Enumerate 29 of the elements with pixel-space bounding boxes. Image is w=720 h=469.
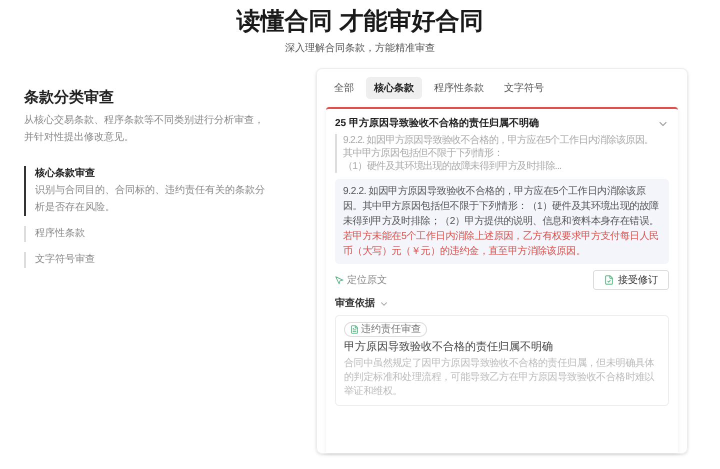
clause-line: 其中甲方原因包括但不限于下列情形： bbox=[343, 147, 504, 160]
filter-tab[interactable]: 程序性条款 bbox=[426, 77, 492, 99]
section-title: 条款分类审查 bbox=[24, 88, 115, 108]
filter-tab[interactable]: 文字符号 bbox=[496, 77, 552, 99]
category-item[interactable]: 程序性条款 bbox=[24, 226, 300, 242]
basis-title: 甲方原因导致验收不合格的责任归属不明确 bbox=[344, 340, 553, 355]
page-subtitle: 深入理解合同条款，方能精准审查 bbox=[285, 42, 435, 56]
filter-tab[interactable]: 全部 bbox=[326, 77, 362, 99]
pointer-icon bbox=[335, 276, 344, 284]
category-description: 识别与合同目的、合同标的、违约责任有关的条款分析是否存在风险。 bbox=[35, 184, 265, 215]
clause-line: 9.2.2. 如因甲方原因导致验收不合格的，甲方应在5个工作日内消除该原因。 bbox=[343, 134, 655, 147]
issue-title: 25 甲方原因导致验收不合格的责任归属不明确 bbox=[335, 117, 539, 131]
basis-description: 合同中虽然规定了因甲方原因导致验收不合格的责任归属，但未明确具体的判定标准和处理流程，可能导致乙方在甲方原因导致验收不合格时难以举证和维权。 bbox=[344, 357, 656, 399]
accept-button[interactable]: 接受修订 bbox=[593, 270, 669, 290]
filter-tab[interactable]: 核心条款 bbox=[366, 77, 422, 99]
category-label: 文字符号审查 bbox=[35, 252, 96, 267]
category-label: 程序性条款 bbox=[35, 226, 86, 241]
document-icon bbox=[604, 275, 614, 285]
locate-link[interactable]: 定位原文 bbox=[335, 272, 387, 288]
category-item[interactable]: 核心条款审查 识别与合同目的、合同标的、违约责任有关的条款分析是否存在风险。 bbox=[24, 166, 300, 216]
category-item[interactable]: 文字符号审查 bbox=[24, 252, 300, 268]
basis-label: 审查依据 bbox=[335, 296, 375, 311]
category-tag: 违约责任审查 bbox=[344, 322, 427, 337]
document-icon bbox=[350, 325, 359, 334]
section-description: 从核心交易条款、程序条款等不同类别进行分析审查，并针对性提出修改意见。 bbox=[24, 114, 264, 145]
page-title: 读懂合同 才能审好合同 bbox=[236, 7, 484, 37]
category-label: 核心条款审查 bbox=[35, 166, 96, 181]
clause-line: （1）硬件及其环境出现的故障未得到甲方及时排除... bbox=[343, 160, 562, 173]
revised-clause: 9.2.2. 如因甲方原因导致验收不合格的，甲方应在5个工作日内消除该原因。其中甲方原因包括但不限于下列情形：（1）硬件及其环境出现的故障未得到甲方及时排除；（2）甲方提供的说明、信息和资料本身存在错误。 若甲方未能在5个工作日内消除上述原因，乙方有权要求甲方支付每日人民币（大写）元（￥元）的违约金，直至甲方消除该原因。 bbox=[335, 179, 669, 264]
